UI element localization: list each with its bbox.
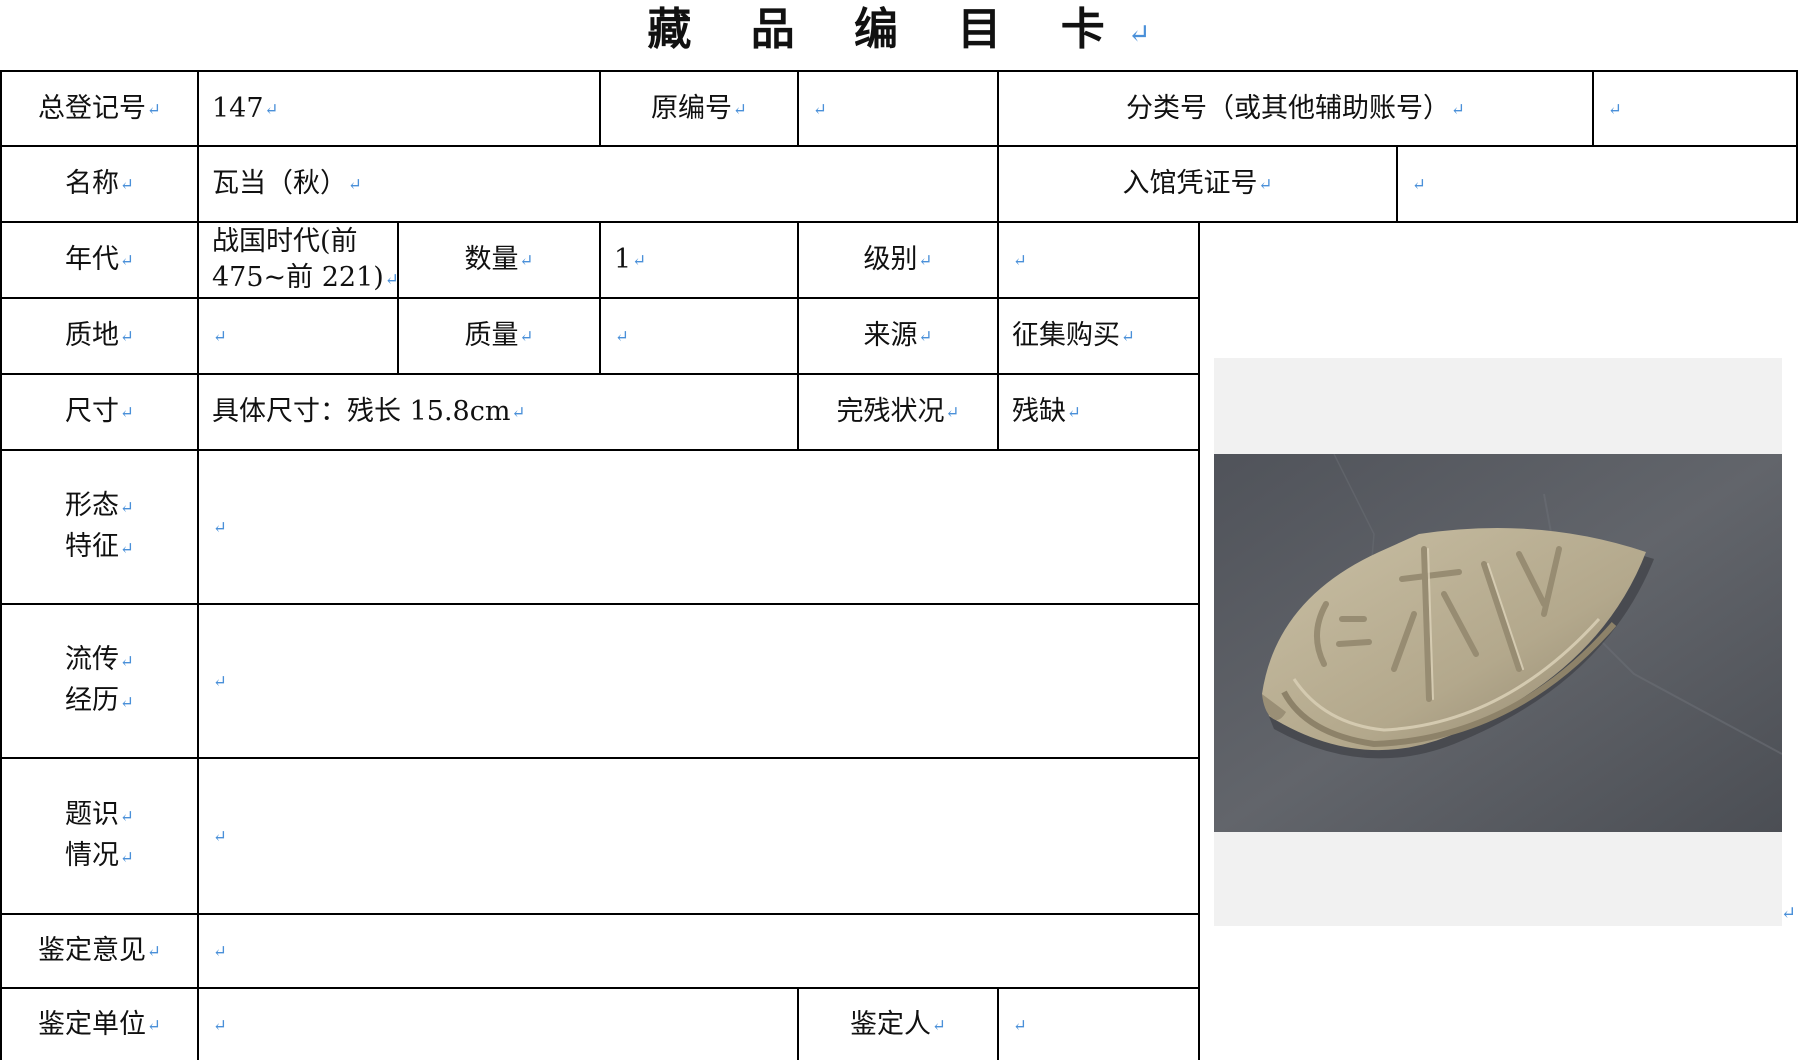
paragraph-mark-icon: ↵ — [213, 826, 228, 846]
grade-value[interactable]: ↵ — [999, 223, 1198, 297]
era-value[interactable]: 战国时代(前 475~前 221)↵ — [199, 223, 399, 297]
artifact-photo — [1214, 454, 1782, 832]
class-no-value[interactable]: ↵ — [1594, 72, 1796, 145]
paragraph-mark-icon: ↵ — [1067, 402, 1082, 422]
condition-value[interactable]: 残缺 ↵ — [999, 375, 1198, 449]
paragraph-mark-icon: ↵ — [918, 250, 933, 270]
source-value[interactable]: 征集购买 ↵ — [999, 299, 1198, 373]
source-label: 来源 ↵ — [799, 299, 997, 373]
form-value[interactable]: ↵ — [199, 451, 1198, 603]
paragraph-mark-icon: ↵ — [213, 517, 228, 537]
appraiser-label: 鉴定人 ↵ — [799, 989, 997, 1060]
class-no-label: 分类号（或其他辅助账号） ↵ — [999, 72, 1592, 145]
appraiser-value[interactable]: ↵ — [999, 989, 1198, 1060]
reg-no-value[interactable]: 147 ↵ — [199, 72, 599, 145]
paragraph-mark-icon: ↵ — [119, 692, 135, 713]
paragraph-mark-icon: ↵ — [119, 250, 135, 270]
paragraph-mark-icon: ↵ — [632, 250, 647, 270]
paragraph-mark-icon: ↵ — [615, 326, 630, 346]
paragraph-mark-icon: ↵ — [119, 326, 135, 346]
paragraph-mark-icon: ↵ — [1127, 18, 1151, 50]
voucher-value[interactable]: ↵ — [1398, 147, 1796, 221]
voucher-label: 入馆凭证号 ↵ — [999, 147, 1396, 221]
paragraph-mark-icon: ↵ — [213, 326, 228, 346]
paragraph-mark-icon: ↵ — [213, 1014, 228, 1035]
paragraph-mark-icon: ↵ — [146, 941, 162, 961]
reg-no-label: 总登记号 ↵ — [2, 72, 197, 145]
paragraph-mark-icon: ↵ — [918, 326, 933, 346]
size-label: 尺寸 ↵ — [2, 375, 197, 449]
paragraph-mark-icon: ↵ — [1121, 326, 1136, 346]
paragraph-mark-icon: ↵ — [348, 174, 363, 194]
qty-value[interactable]: 1 ↵ — [601, 223, 797, 297]
paragraph-mark-icon: ↵ — [119, 651, 135, 671]
name-value[interactable]: 瓦当（秋） ↵ — [199, 147, 997, 221]
orig-no-label: 原编号 ↵ — [601, 72, 797, 145]
paragraph-mark-icon: ↵ — [119, 497, 135, 517]
paragraph-mark-icon: ↵ — [146, 1014, 162, 1035]
unit-label: 鉴定单位 ↵ — [2, 989, 197, 1060]
paragraph-mark-icon: ↵ — [213, 671, 228, 691]
size-value[interactable]: 具体尺寸：残长 15.8cm ↵ — [199, 375, 797, 449]
paragraph-mark-icon: ↵ — [1013, 1014, 1028, 1035]
inscription-label: 题识↵ 情况↵ — [64, 798, 135, 871]
material-value[interactable]: ↵ — [199, 299, 397, 373]
paragraph-mark-icon: ↵ — [384, 269, 399, 290]
paragraph-mark-icon: ↵ — [264, 98, 279, 119]
paragraph-mark-icon: ↵ — [1258, 174, 1273, 194]
card-title: 藏 品 编 目 卡↵ — [647, 4, 1151, 55]
paragraph-mark-icon: ↵ — [1781, 903, 1797, 924]
paragraph-mark-icon: ↵ — [119, 806, 135, 826]
paragraph-mark-icon: ↵ — [119, 847, 135, 868]
paragraph-mark-icon: ↵ — [813, 98, 828, 119]
paragraph-mark-icon: ↵ — [1013, 250, 1028, 270]
inscription-value[interactable]: ↵ — [199, 759, 1198, 913]
paragraph-mark-icon: ↵ — [945, 402, 960, 422]
paragraph-mark-icon: ↵ — [519, 250, 534, 270]
paragraph-mark-icon: ↵ — [511, 402, 526, 422]
material-label: 质地 ↵ — [2, 299, 197, 373]
form-label: 形态↵ 特征↵ — [64, 489, 135, 562]
tile-image — [1214, 454, 1782, 832]
paragraph-mark-icon: ↵ — [732, 98, 748, 119]
paragraph-mark-icon: ↵ — [931, 1014, 947, 1035]
paragraph-mark-icon: ↵ — [119, 174, 135, 194]
paragraph-mark-icon: ↵ — [119, 402, 135, 422]
paragraph-mark-icon: ↵ — [1608, 98, 1623, 119]
history-value[interactable]: ↵ — [199, 605, 1198, 757]
paragraph-mark-icon: ↵ — [146, 98, 162, 119]
paragraph-mark-icon: ↵ — [519, 326, 534, 346]
weight-value[interactable]: ↵ — [601, 299, 797, 373]
history-label: 流传↵ 经历↵ — [64, 643, 135, 716]
condition-label: 完残状况 ↵ — [799, 375, 997, 449]
orig-no-value[interactable]: ↵ — [799, 72, 997, 145]
paragraph-mark-icon: ↵ — [1412, 174, 1427, 194]
opinion-label: 鉴定意见 ↵ — [2, 915, 197, 987]
unit-value[interactable]: ↵ — [199, 989, 797, 1060]
grade-label: 级别 ↵ — [799, 223, 997, 297]
qty-label: 数量 ↵ — [399, 223, 599, 297]
era-label: 年代 ↵ — [2, 223, 197, 297]
weight-label: 质量 ↵ — [399, 299, 599, 373]
opinion-value[interactable]: ↵ — [199, 915, 1198, 987]
paragraph-mark-icon: ↵ — [1450, 98, 1466, 119]
name-label: 名称 ↵ — [2, 147, 197, 221]
paragraph-mark-icon: ↵ — [119, 538, 135, 559]
paragraph-mark-icon: ↵ — [213, 941, 228, 961]
